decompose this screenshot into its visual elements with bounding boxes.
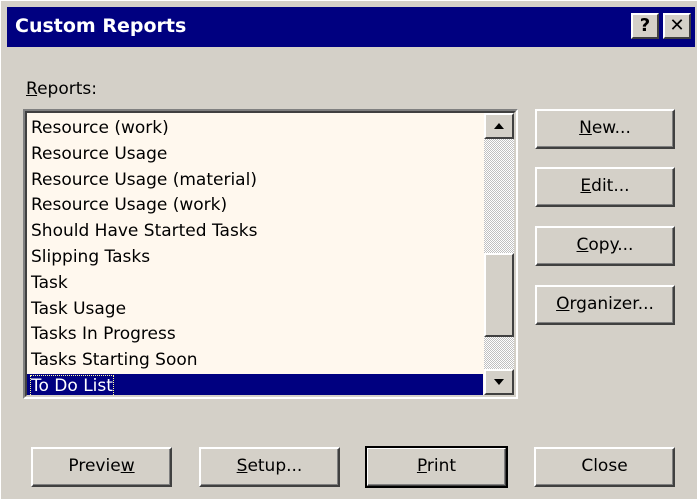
list-item[interactable]: Task xyxy=(27,271,483,297)
list-item[interactable]: Resource Usage (work) xyxy=(27,193,483,219)
reports-label-rest: eports: xyxy=(37,79,97,99)
list-item[interactable]: Resource Usage (material) xyxy=(27,168,483,194)
help-button[interactable]: ? xyxy=(631,13,659,39)
edit-button[interactable]: Edit... xyxy=(535,167,675,207)
list-item[interactable]: Resource Usage xyxy=(27,142,483,168)
organizer-button[interactable]: Organizer... xyxy=(535,285,675,325)
vertical-scrollbar[interactable] xyxy=(484,113,514,395)
preview-button[interactable]: Preview xyxy=(31,447,172,487)
close-icon: ✕ xyxy=(669,15,685,36)
reports-list: Resource (work) Resource Usage Resource … xyxy=(27,116,483,395)
window-title: Custom Reports xyxy=(15,15,187,37)
title-bar[interactable]: Custom Reports ? ✕ xyxy=(7,7,695,47)
scroll-up-button[interactable] xyxy=(484,113,514,139)
list-item[interactable]: Slipping Tasks xyxy=(27,245,483,271)
custom-reports-dialog: Custom Reports ? ✕ Reports: Resource (wo… xyxy=(0,0,697,499)
new-button[interactable]: New... xyxy=(535,109,675,149)
close-window-button[interactable]: ✕ xyxy=(663,13,691,39)
reports-label-accel: R xyxy=(26,79,38,99)
list-item[interactable]: Should Have Started Tasks xyxy=(27,219,483,245)
reports-listbox[interactable]: Resource (work) Resource Usage Resource … xyxy=(23,109,518,399)
down-arrow-icon xyxy=(494,379,504,385)
list-item[interactable]: Task Usage xyxy=(27,297,483,323)
reports-listbox-inner: Resource (work) Resource Usage Resource … xyxy=(25,111,516,397)
list-item-selected[interactable]: To Do List xyxy=(27,373,483,395)
close-button[interactable]: Close xyxy=(534,447,675,487)
help-icon: ? xyxy=(639,15,651,36)
up-arrow-icon xyxy=(494,123,504,129)
list-item[interactable]: Tasks In Progress xyxy=(27,322,483,348)
list-item[interactable]: Tasks Starting Soon xyxy=(27,348,483,374)
scroll-down-button[interactable] xyxy=(484,369,514,395)
setup-button[interactable]: Setup... xyxy=(199,447,340,487)
reports-label: Reports: xyxy=(26,79,97,99)
copy-button[interactable]: Copy... xyxy=(535,226,675,266)
scrollbar-thumb[interactable] xyxy=(484,253,514,337)
list-item[interactable]: Resource (work) xyxy=(27,116,483,142)
print-button[interactable]: Print xyxy=(365,446,508,488)
